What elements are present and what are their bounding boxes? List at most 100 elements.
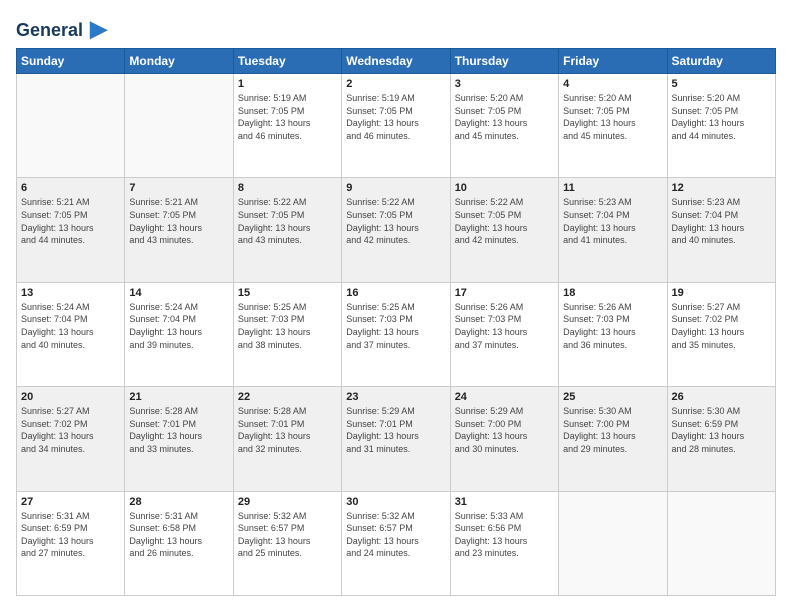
day-number: 15 (238, 287, 337, 299)
calendar-cell (559, 491, 667, 595)
calendar-cell: 5 Sunrise: 5:20 AM Sunset: 7:05 PM Daylig… (667, 74, 775, 178)
calendar-cell: 1 Sunrise: 5:19 AM Sunset: 7:05 PM Daylig… (233, 74, 341, 178)
day-number: 26 (672, 391, 771, 403)
day-number: 18 (563, 287, 662, 299)
calendar-row-4: 20 Sunrise: 5:27 AM Sunset: 7:02 PM Dayli… (17, 387, 776, 491)
weekday-header-tuesday: Tuesday (233, 49, 341, 74)
calendar-cell: 8 Sunrise: 5:22 AM Sunset: 7:05 PM Daylig… (233, 178, 341, 282)
day-info: Sunrise: 5:19 AM Sunset: 7:05 PM Dayligh… (238, 92, 337, 142)
calendar-cell: 3 Sunrise: 5:20 AM Sunset: 7:05 PM Daylig… (450, 74, 558, 178)
calendar-cell: 22Sunrise: 5:28 AM Sunset: 7:01 PM Dayli… (233, 387, 341, 491)
day-info: Sunrise: 5:26 AM Sunset: 7:03 PM Dayligh… (455, 301, 554, 351)
day-info: Sunrise: 5:20 AM Sunset: 7:05 PM Dayligh… (455, 92, 554, 142)
day-number: 11 (563, 182, 662, 194)
day-info: Sunrise: 5:24 AM Sunset: 7:04 PM Dayligh… (129, 301, 228, 351)
day-info: Sunrise: 5:26 AM Sunset: 7:03 PM Dayligh… (563, 301, 662, 351)
calendar-cell: 27 Sunrise: 5:31 AM Sunset: 6:59 PM Dayli… (17, 491, 125, 595)
day-number: 12 (672, 182, 771, 194)
calendar-cell: 10 Sunrise: 5:22 AM Sunset: 7:05 PM Dayli… (450, 178, 558, 282)
calendar-cell: 21Sunrise: 5:28 AM Sunset: 7:01 PM Dayli… (125, 387, 233, 491)
calendar-cell: 7Sunrise: 5:21 AM Sunset: 7:05 PM Daylig… (125, 178, 233, 282)
calendar-cell: 16 Sunrise: 5:25 AM Sunset: 7:03 PM Dayli… (342, 282, 450, 386)
day-number: 5 (672, 78, 771, 90)
day-number: 19 (672, 287, 771, 299)
calendar-table: SundayMondayTuesdayWednesdayThursdayFrid… (16, 48, 776, 596)
day-number: 13 (21, 287, 120, 299)
calendar-cell (667, 491, 775, 595)
day-info: Sunrise: 5:30 AM Sunset: 6:59 PM Dayligh… (672, 405, 771, 455)
day-number: 27 (21, 496, 120, 508)
calendar-cell: 24 Sunrise: 5:29 AM Sunset: 7:00 PM Dayli… (450, 387, 558, 491)
day-info: Sunrise: 5:25 AM Sunset: 7:03 PM Dayligh… (238, 301, 337, 351)
day-number: 17 (455, 287, 554, 299)
day-info: Sunrise: 5:29 AM Sunset: 7:00 PM Dayligh… (455, 405, 554, 455)
calendar-cell: 19 Sunrise: 5:27 AM Sunset: 7:02 PM Dayli… (667, 282, 775, 386)
header: General ▶ (16, 16, 776, 38)
day-info: Sunrise: 5:25 AM Sunset: 7:03 PM Dayligh… (346, 301, 445, 351)
day-info: Sunrise: 5:33 AM Sunset: 6:56 PM Dayligh… (455, 510, 554, 560)
day-number: 30 (346, 496, 445, 508)
logo-arrow-icon: ▶ (90, 16, 107, 41)
day-info: Sunrise: 5:21 AM Sunset: 7:05 PM Dayligh… (21, 196, 120, 246)
weekday-header-monday: Monday (125, 49, 233, 74)
logo: General ▶ (16, 16, 107, 38)
day-info: Sunrise: 5:32 AM Sunset: 6:57 PM Dayligh… (346, 510, 445, 560)
day-number: 3 (455, 78, 554, 90)
weekday-header-thursday: Thursday (450, 49, 558, 74)
day-info: Sunrise: 5:27 AM Sunset: 7:02 PM Dayligh… (21, 405, 120, 455)
calendar-cell: 23 Sunrise: 5:29 AM Sunset: 7:01 PM Dayli… (342, 387, 450, 491)
weekday-header-sunday: Sunday (17, 49, 125, 74)
day-number: 24 (455, 391, 554, 403)
page: General ▶ SundayMondayTuesdayWednesdayTh… (0, 0, 792, 612)
calendar-cell (125, 74, 233, 178)
day-number: 16 (346, 287, 445, 299)
day-info: Sunrise: 5:22 AM Sunset: 7:05 PM Dayligh… (455, 196, 554, 246)
calendar-cell: 20 Sunrise: 5:27 AM Sunset: 7:02 PM Dayli… (17, 387, 125, 491)
day-number: 23 (346, 391, 445, 403)
calendar-cell: 14 Sunrise: 5:24 AM Sunset: 7:04 PM Dayli… (125, 282, 233, 386)
day-info: Sunrise: 5:29 AM Sunset: 7:01 PM Dayligh… (346, 405, 445, 455)
day-info: Sunrise: 5:31 AM Sunset: 6:59 PM Dayligh… (21, 510, 120, 560)
day-number: 31 (455, 496, 554, 508)
calendar-cell: 29 Sunrise: 5:32 AM Sunset: 6:57 PM Dayli… (233, 491, 341, 595)
day-info: Sunrise: 5:19 AM Sunset: 7:05 PM Dayligh… (346, 92, 445, 142)
day-number: 28 (129, 496, 228, 508)
day-info: Sunrise: 5:27 AM Sunset: 7:02 PM Dayligh… (672, 301, 771, 351)
calendar-row-2: 6 Sunrise: 5:21 AM Sunset: 7:05 PM Daylig… (17, 178, 776, 282)
calendar-row-5: 27 Sunrise: 5:31 AM Sunset: 6:59 PM Dayli… (17, 491, 776, 595)
day-number: 9 (346, 182, 445, 194)
calendar-cell: 13 Sunrise: 5:24 AM Sunset: 7:04 PM Dayli… (17, 282, 125, 386)
calendar-cell: 18 Sunrise: 5:26 AM Sunset: 7:03 PM Dayli… (559, 282, 667, 386)
day-info: Sunrise: 5:20 AM Sunset: 7:05 PM Dayligh… (672, 92, 771, 142)
calendar-row-3: 13 Sunrise: 5:24 AM Sunset: 7:04 PM Dayli… (17, 282, 776, 386)
day-info: Sunrise: 5:21 AM Sunset: 7:05 PM Dayligh… (129, 196, 228, 246)
day-number: 10 (455, 182, 554, 194)
calendar-cell: 2 Sunrise: 5:19 AM Sunset: 7:05 PM Daylig… (342, 74, 450, 178)
day-number: 8 (238, 182, 337, 194)
calendar-cell: 4 Sunrise: 5:20 AM Sunset: 7:05 PM Daylig… (559, 74, 667, 178)
day-number: 4 (563, 78, 662, 90)
calendar-cell: 6 Sunrise: 5:21 AM Sunset: 7:05 PM Daylig… (17, 178, 125, 282)
day-info: Sunrise: 5:23 AM Sunset: 7:04 PM Dayligh… (563, 196, 662, 246)
calendar-cell (17, 74, 125, 178)
day-info: Sunrise: 5:23 AM Sunset: 7:04 PM Dayligh… (672, 196, 771, 246)
calendar-row-1: 1 Sunrise: 5:19 AM Sunset: 7:05 PM Daylig… (17, 74, 776, 178)
day-info: Sunrise: 5:24 AM Sunset: 7:04 PM Dayligh… (21, 301, 120, 351)
day-number: 22 (238, 391, 337, 403)
day-number: 1 (238, 78, 337, 90)
day-number: 6 (21, 182, 120, 194)
day-info: Sunrise: 5:30 AM Sunset: 7:00 PM Dayligh… (563, 405, 662, 455)
calendar-cell: 11 Sunrise: 5:23 AM Sunset: 7:04 PM Dayli… (559, 178, 667, 282)
day-info: Sunrise: 5:22 AM Sunset: 7:05 PM Dayligh… (238, 196, 337, 246)
day-info: Sunrise: 5:32 AM Sunset: 6:57 PM Dayligh… (238, 510, 337, 560)
weekday-header-saturday: Saturday (667, 49, 775, 74)
day-number: 21 (129, 391, 228, 403)
day-number: 14 (129, 287, 228, 299)
day-number: 2 (346, 78, 445, 90)
calendar-cell: 9Sunrise: 5:22 AM Sunset: 7:05 PM Daylig… (342, 178, 450, 282)
day-number: 20 (21, 391, 120, 403)
day-info: Sunrise: 5:20 AM Sunset: 7:05 PM Dayligh… (563, 92, 662, 142)
day-number: 29 (238, 496, 337, 508)
weekday-header-wednesday: Wednesday (342, 49, 450, 74)
calendar-cell: 30 Sunrise: 5:32 AM Sunset: 6:57 PM Dayli… (342, 491, 450, 595)
